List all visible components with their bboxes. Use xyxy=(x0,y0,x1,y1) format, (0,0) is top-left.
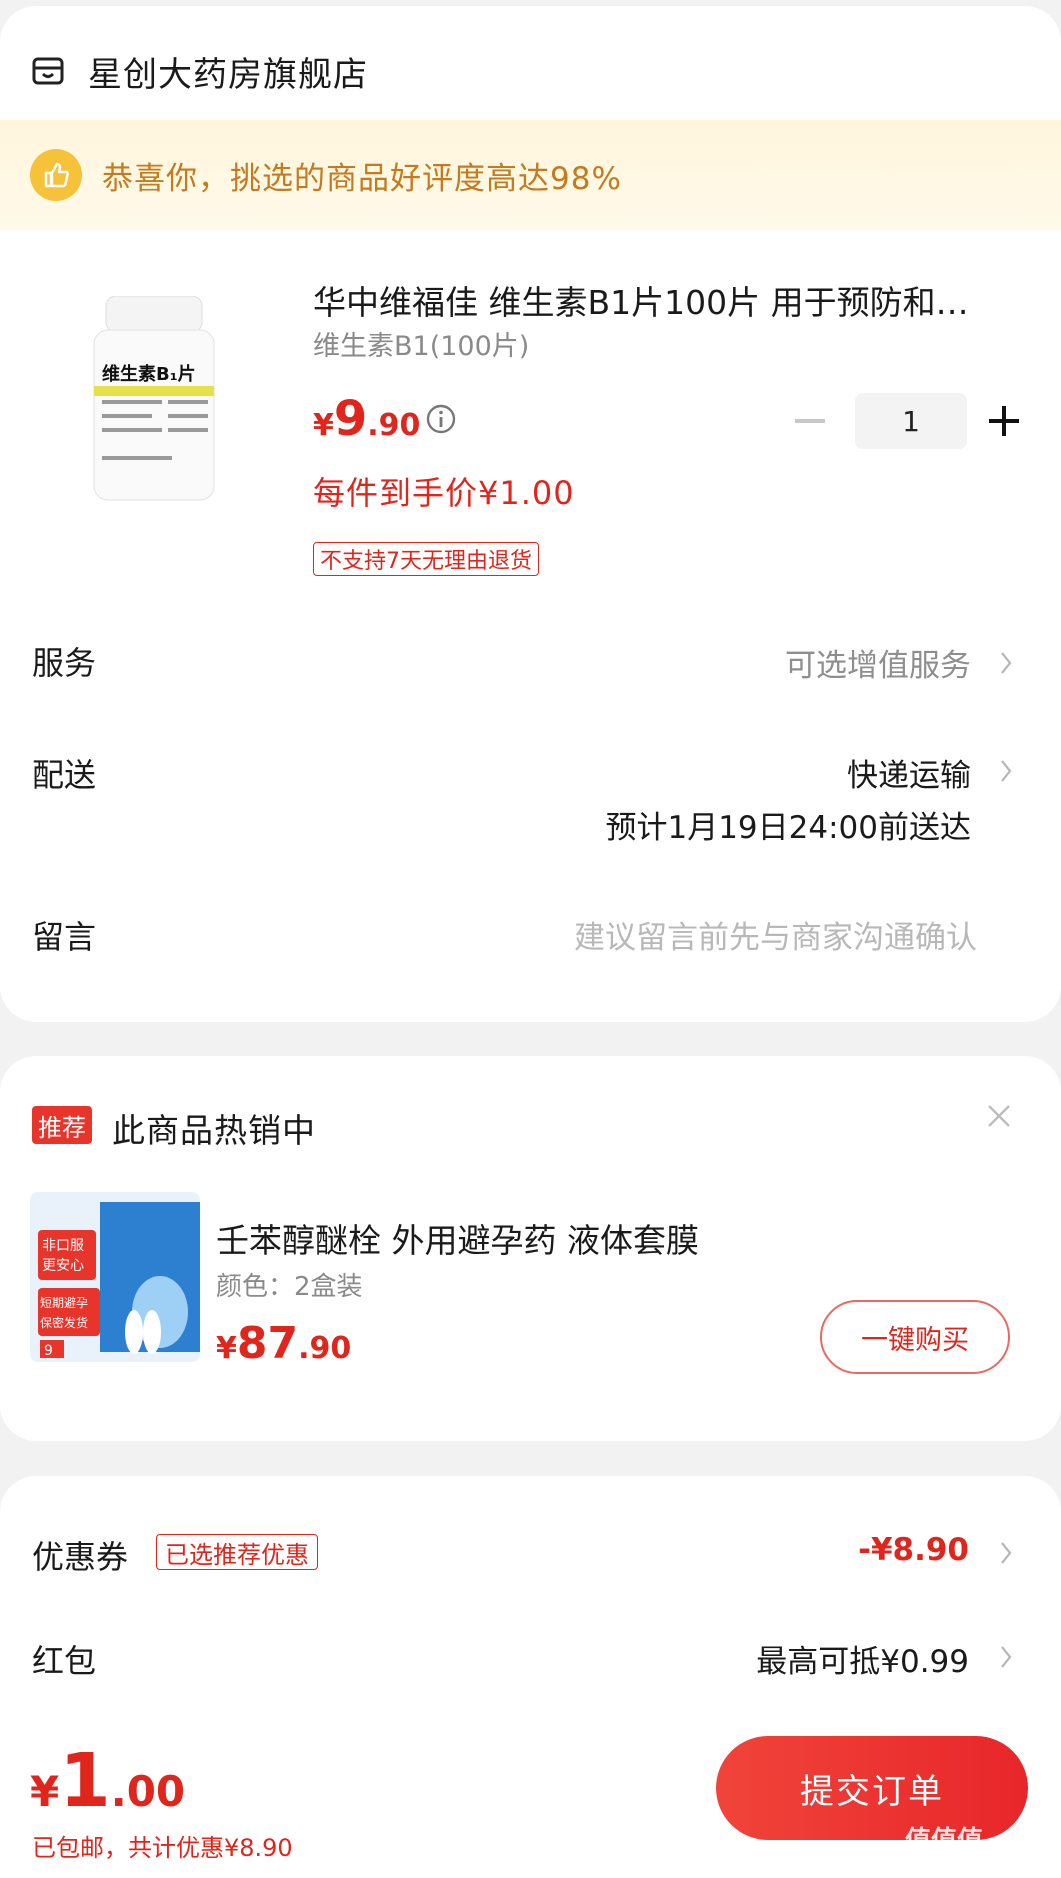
minus-icon[interactable] xyxy=(795,419,825,423)
return-policy-badge: 不支持7天无理由退货 xyxy=(313,542,539,576)
coupon-tag: 已选推荐优惠 xyxy=(156,1534,318,1570)
total-currency: ¥ xyxy=(30,1767,60,1816)
total-integer: 1 xyxy=(59,1738,111,1824)
coupon-value[interactable]: -¥8.90 xyxy=(858,1532,969,1568)
recommend-card: 推荐 此商品热销中 非口服 更安心 短期避孕 保密发货 9 壬苯醇醚栓 外用避孕… xyxy=(0,1056,1061,1441)
product-image[interactable]: 维生素B₁片 xyxy=(88,295,220,506)
delivery-value[interactable]: 快递运输 xyxy=(847,750,971,795)
product-spec: 维生素B1(100片) xyxy=(313,331,530,362)
image-text-2: 更安心 xyxy=(42,1258,84,1274)
store-name: 星创大药房旗舰店 xyxy=(88,54,368,95)
service-label: 服务 xyxy=(32,644,97,682)
store-icon xyxy=(32,57,64,85)
watermark: 值值值 xyxy=(905,1826,984,1856)
thumbs-up-icon xyxy=(30,149,82,201)
info-icon[interactable] xyxy=(425,403,457,435)
price-integer: 87 xyxy=(236,1318,299,1369)
price-currency: ¥ xyxy=(216,1331,237,1366)
image-text-3: 短期避孕 xyxy=(40,1296,88,1310)
order-card: 星创大药房旗舰店 恭喜你，挑选的商品好评度高达98% 维生素B₁片 华中维福佳 … xyxy=(0,6,1061,1022)
chevron-right-icon[interactable] xyxy=(999,1540,1013,1566)
coupon-label: 优惠券 xyxy=(32,1538,129,1576)
total-note: 已包邮，共计优惠¥8.90 xyxy=(32,1834,293,1862)
delivery-eta: 预计1月19日24:00前送达 xyxy=(605,810,971,846)
recommend-tag: 推荐 xyxy=(32,1106,92,1144)
checkout-card: 优惠券 已选推荐优惠 -¥8.90 红包 最高可抵¥0.99 ¥ 1 .00 已… xyxy=(0,1476,1061,1878)
price-decimal: .90 xyxy=(367,408,421,443)
chevron-right-icon[interactable] xyxy=(999,1644,1013,1670)
product-image-label: 维生素B₁片 xyxy=(102,363,196,385)
close-icon[interactable] xyxy=(985,1102,1013,1130)
message-label: 留言 xyxy=(32,918,97,956)
per-item-price: 每件到手价¥1.00 xyxy=(313,474,575,512)
image-text-4: 保密发货 xyxy=(40,1315,88,1330)
praise-text: 恭喜你，挑选的商品好评度高达98% xyxy=(102,160,622,197)
price-currency: ¥ xyxy=(313,408,334,443)
quantity-stepper: 1 xyxy=(795,391,1019,451)
plus-icon[interactable] xyxy=(989,406,1019,436)
recommend-name[interactable]: 壬苯醇醚栓 外用避孕药 液体套膜 xyxy=(216,1214,699,1262)
image-text-5: 9 xyxy=(44,1343,53,1359)
quantity-field[interactable]: 1 xyxy=(855,393,967,449)
product-price: ¥ 9 .90 xyxy=(313,391,420,447)
recommend-title: 此商品热销中 xyxy=(112,1111,316,1150)
price-decimal: .90 xyxy=(298,1331,352,1366)
praise-banner: 恭喜你，挑选的商品好评度高达98% xyxy=(0,120,1061,230)
redpacket-value[interactable]: 最高可抵¥0.99 xyxy=(756,1636,969,1681)
buy-now-button[interactable]: 一键购买 xyxy=(820,1300,1010,1374)
product-title[interactable]: 华中维福佳 维生素B1片100片 用于预防和… xyxy=(313,276,1013,324)
recommend-price: ¥ 87 .90 xyxy=(216,1318,351,1369)
chevron-right-icon[interactable] xyxy=(999,650,1013,676)
chevron-right-icon[interactable] xyxy=(999,758,1013,784)
recommend-spec: 颜色：2盒装 xyxy=(216,1272,363,1302)
message-input[interactable]: 建议留言前先与商家沟通确认 xyxy=(574,912,977,957)
total-decimal: .00 xyxy=(110,1767,186,1816)
image-text-1: 非口服 xyxy=(42,1238,84,1254)
delivery-label: 配送 xyxy=(32,756,97,794)
total-price: ¥ 1 .00 xyxy=(30,1738,185,1824)
store-header[interactable]: 星创大药房旗舰店 xyxy=(32,46,368,96)
redpacket-label: 红包 xyxy=(32,1642,97,1680)
recommend-image[interactable]: 非口服 更安心 短期避孕 保密发货 9 xyxy=(30,1192,200,1362)
service-value[interactable]: 可选增值服务 xyxy=(785,640,971,685)
price-integer: 9 xyxy=(333,391,368,447)
